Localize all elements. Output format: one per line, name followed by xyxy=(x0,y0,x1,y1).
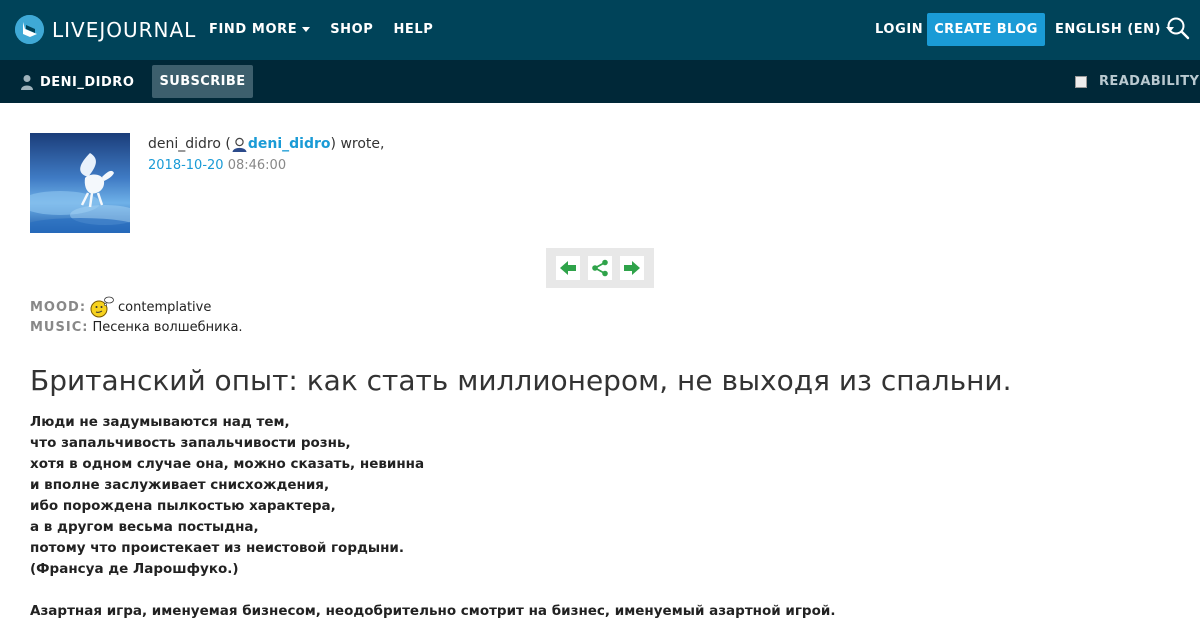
body-line: хотя в одном случае она, можно сказать, … xyxy=(30,456,425,472)
arrow-left-icon xyxy=(560,261,576,275)
previous-entry-button[interactable] xyxy=(556,256,580,280)
journal-owner-name: DENI_DIDRO xyxy=(40,74,135,90)
music-label: MUSIC: xyxy=(30,320,89,335)
entry-date-line: 2018-10-20 08:46:00 xyxy=(148,158,286,173)
main-nav: FIND MORE SHOP HELP xyxy=(209,22,453,37)
create-blog-button[interactable]: CREATE BLOG xyxy=(927,13,1045,46)
readability-checkbox[interactable] xyxy=(1075,75,1087,88)
music-value: Песенка волшебника. xyxy=(92,320,243,335)
livejournal-logo[interactable]: LIVEJOURNAL xyxy=(15,15,196,44)
body-line: и вполне заслуживает снисхождения, xyxy=(30,477,330,493)
journal-owner-link[interactable]: DENI_DIDRO xyxy=(20,74,134,90)
body-line: потому что проистекает из неистовой горд… xyxy=(30,540,405,556)
readability-toggle[interactable]: READABILITY xyxy=(1075,74,1199,89)
nav-find-more-label: FIND MORE xyxy=(209,22,298,37)
chevron-down-icon xyxy=(302,27,311,32)
entry-music: MUSIC: Песенка волшебника. xyxy=(30,320,243,335)
nav-shop[interactable]: SHOP xyxy=(330,22,373,37)
top-navigation-bar: LIVEJOURNAL FIND MORE SHOP HELP LOGIN CR… xyxy=(0,0,1200,60)
nav-shop-label: SHOP xyxy=(330,22,374,37)
next-entry-button[interactable] xyxy=(620,256,644,280)
login-link[interactable]: LOGIN xyxy=(875,22,923,37)
entry-body: Люди не задумываются над тем, что запаль… xyxy=(30,412,835,622)
entry-time: 08:46:00 xyxy=(227,158,287,173)
readability-label: READABILITY xyxy=(1099,74,1200,89)
body-line: ибо порождена пылкостью характера, xyxy=(30,498,336,514)
arrow-right-icon xyxy=(624,261,640,275)
livejournal-logo-icon xyxy=(15,15,44,44)
author-profile-link[interactable]: deni_didro xyxy=(248,136,331,152)
user-icon xyxy=(232,137,247,152)
avatar-pegasus-image xyxy=(30,133,130,233)
entry-date-link[interactable]: 2018-10-20 xyxy=(148,158,224,173)
author-name: deni_didro xyxy=(148,136,221,152)
author-open-paren: ( xyxy=(220,136,231,152)
entry-title: Британский опыт: как стать миллионером, … xyxy=(30,364,1012,397)
share-button[interactable] xyxy=(588,256,612,280)
body-line: (Франсуа де Ларошфуко.) xyxy=(30,561,239,577)
search-icon[interactable] xyxy=(1166,16,1190,40)
body-line: Люди не задумываются над тем, xyxy=(30,414,290,430)
share-icon xyxy=(592,259,608,277)
subscribe-button[interactable]: SUBSCRIBE xyxy=(152,65,253,98)
author-wrote-text: ) wrote, xyxy=(330,136,385,152)
mood-smiley-icon xyxy=(90,296,114,318)
entry-mood: MOOD: contemplative xyxy=(30,296,211,318)
mood-value: contemplative xyxy=(118,299,212,315)
body-line: что запальчивость запальчивости рознь, xyxy=(30,435,351,451)
user-icon xyxy=(21,75,33,90)
journal-subheader: DENI_DIDRO SUBSCRIBE READABILITY xyxy=(0,60,1200,103)
language-label: ENGLISH (EN) xyxy=(1055,22,1161,37)
body-paragraph: Азартная игра, именуемая бизнесом, неодо… xyxy=(30,603,836,619)
entry-navigation-toolbar xyxy=(546,248,654,288)
nav-help[interactable]: HELP xyxy=(393,22,433,37)
entry-author-line: deni_didro ( deni_didro ) wrote, xyxy=(148,136,384,152)
nav-find-more[interactable]: FIND MORE xyxy=(209,22,311,37)
nav-help-label: HELP xyxy=(393,22,434,37)
language-selector[interactable]: ENGLISH (EN) xyxy=(1055,22,1174,37)
body-line: а в другом весьма постыдна, xyxy=(30,519,259,535)
mood-label: MOOD: xyxy=(30,299,87,315)
avatar[interactable] xyxy=(30,133,130,233)
logo-text: LIVEJOURNAL xyxy=(52,17,197,42)
